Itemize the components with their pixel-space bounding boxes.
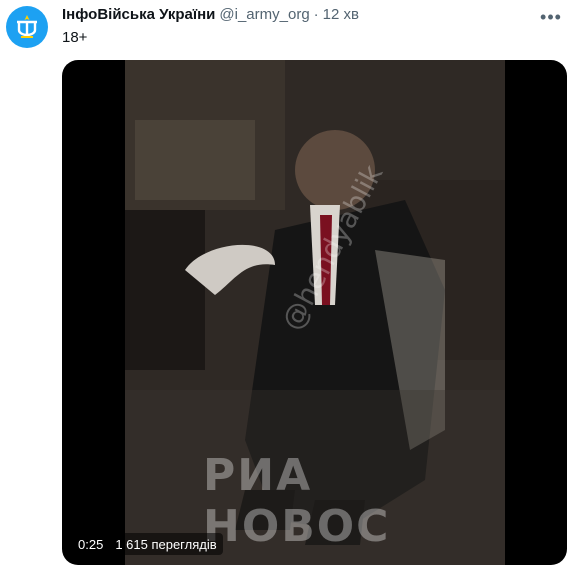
avatar[interactable] [6,6,48,48]
video-frame[interactable]: @hendyablik РИА НОВОС [125,60,505,565]
video-view-count: 1 615 переглядів [115,536,217,552]
more-options-button[interactable]: ••• [539,5,563,29]
tweet-card[interactable]: ІнфоВійська України @i_army_org · 12 хв … [0,0,573,571]
video-elapsed-time: 0:25 [78,536,104,552]
tweet-header: ІнфоВійська України @i_army_org · 12 хв [62,6,359,23]
trident-icon [10,10,44,44]
author-handle[interactable]: @i_army_org [219,6,309,23]
author-name[interactable]: ІнфоВійська України [62,6,215,23]
watermark-main: РИА НОВОС [203,450,391,552]
tweet-text: 18+ [62,29,88,46]
video-info-overlay: 0:25 1 615 переглядів [72,533,223,555]
separator-dot: · [313,6,319,23]
video-player[interactable]: @hendyablik РИА НОВОС 0:25 1 615 перегля… [62,60,567,565]
more-horizontal-icon: ••• [540,6,562,27]
tweet-time[interactable]: 12 хв [323,6,359,23]
